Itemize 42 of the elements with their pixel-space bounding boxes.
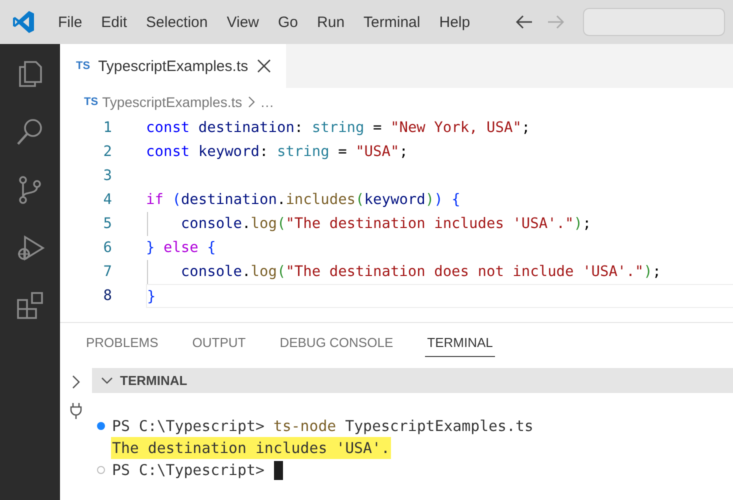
line-number: 5 (102, 215, 113, 234)
menu-item[interactable]: View (218, 10, 267, 34)
line-number: 7 (102, 263, 113, 282)
code-line: if (destination.includes(keyword)) { (146, 191, 460, 210)
menu-item[interactable]: Go (270, 10, 306, 34)
back-arrow-icon[interactable] (515, 13, 534, 31)
search-field[interactable] (583, 8, 726, 36)
menu-item[interactable]: Run (309, 10, 353, 34)
editor-tab[interactable]: TS TypescriptExamples.ts (60, 44, 286, 88)
menu-item[interactable]: Help (431, 10, 478, 34)
typescript-file-icon: TS (76, 60, 90, 72)
breadcrumb-item[interactable]: … (260, 94, 274, 110)
panel-tab[interactable]: PROBLEMS (84, 335, 160, 356)
plug-icon[interactable] (69, 402, 83, 420)
menu-item[interactable]: Terminal (356, 10, 428, 34)
chevron-right-icon (246, 95, 256, 109)
line-number: 3 (102, 167, 113, 186)
panel-tab[interactable]: OUTPUT (190, 335, 248, 356)
menu-item[interactable]: Edit (93, 10, 136, 34)
line-number: 8 (102, 287, 113, 306)
tab-title: TypescriptExamples.ts (98, 58, 248, 74)
line-number: 6 (102, 239, 113, 258)
command-success-dot-icon[interactable] (97, 422, 105, 430)
panel-tab[interactable]: DEBUG CONSOLE (278, 335, 396, 356)
terminal-line: PS C:\Typescript> (111, 460, 266, 481)
line-number: 4 (102, 191, 113, 210)
app-logo-icon (12, 10, 34, 34)
breadcrumb-item[interactable]: TypescriptExamples.ts (102, 94, 242, 110)
extensions-icon[interactable] (15, 290, 45, 322)
line-number: 1 (102, 119, 113, 138)
menu-item[interactable]: Selection (138, 10, 216, 34)
terminal-line: PS C:\Typescript> ts-node TypescriptExamples.ts (111, 416, 534, 437)
close-icon[interactable] (256, 58, 272, 74)
code-line: } (146, 284, 733, 308)
line-number: 2 (102, 143, 113, 162)
code-line: const keyword: string = "USA"; (146, 143, 408, 162)
terminal-header-title: TERMINAL (120, 373, 188, 388)
panel-tab[interactable]: TERMINAL (425, 335, 495, 357)
typescript-file-icon: TS (84, 96, 98, 108)
code-line: } else { (146, 239, 216, 258)
menu-item[interactable]: File (50, 10, 90, 34)
code-line: const destination: string = "New York, USA"; (146, 119, 530, 138)
